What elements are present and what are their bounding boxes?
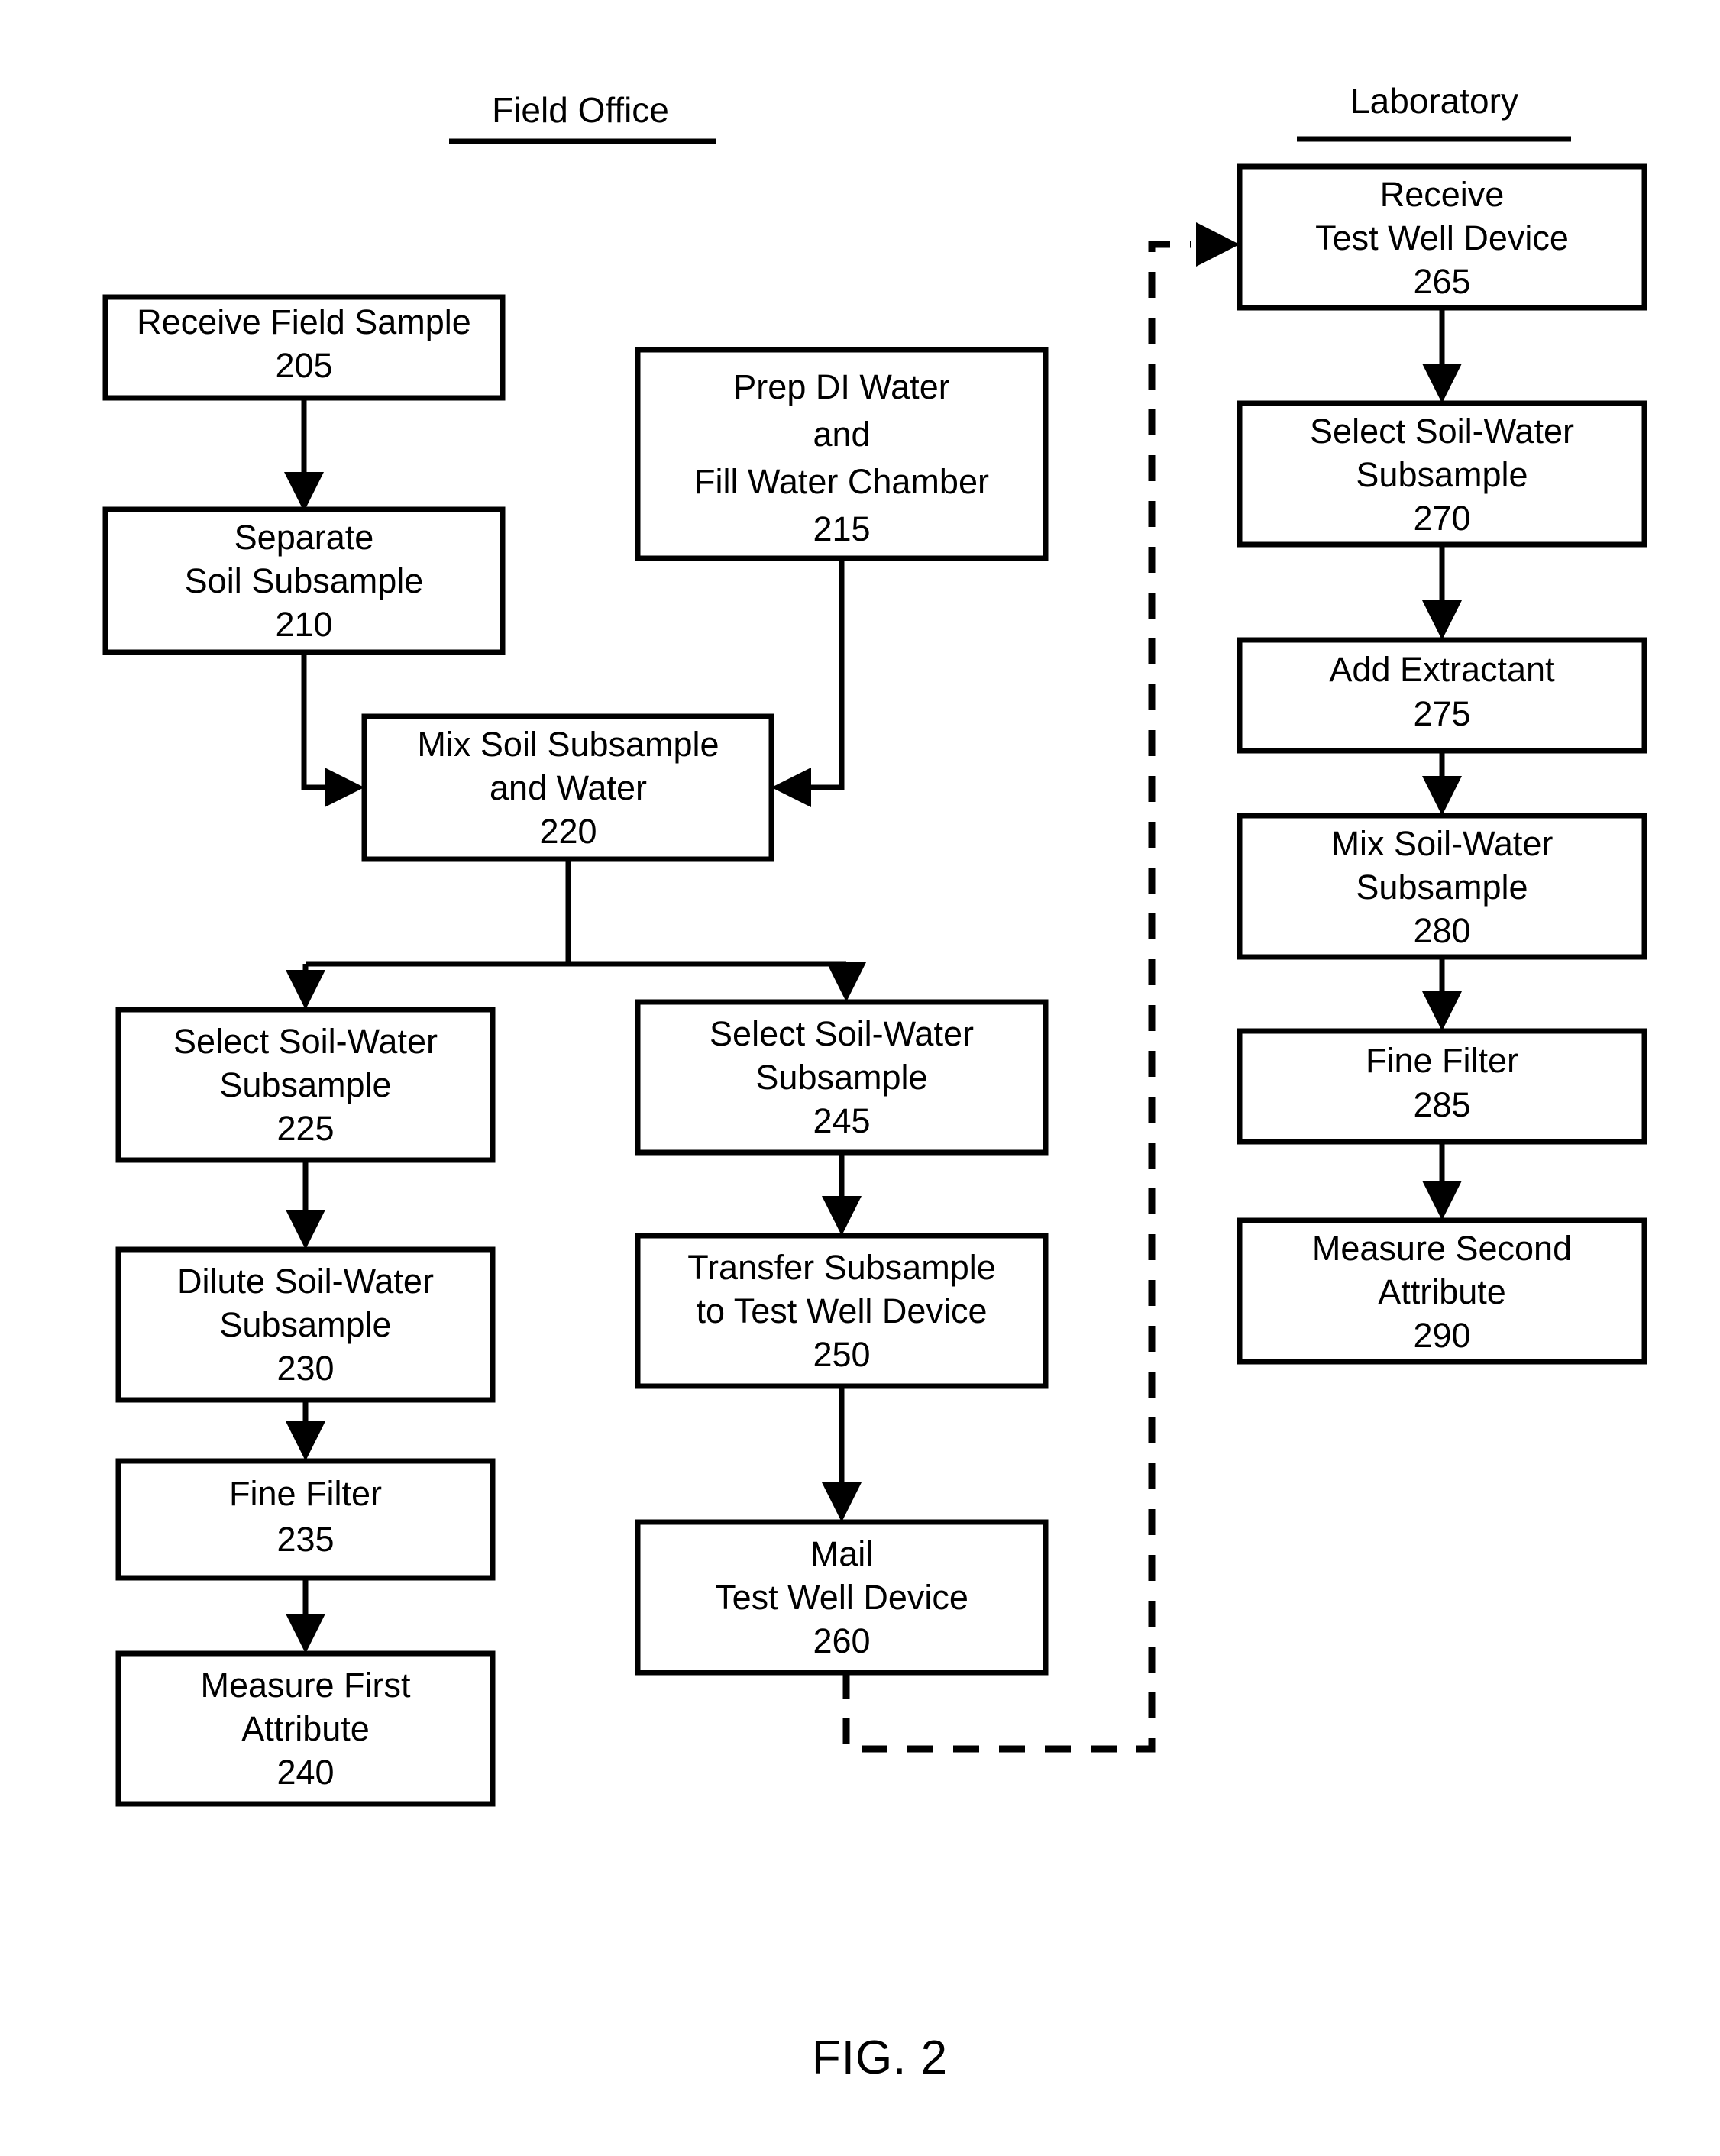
node-245-line-0: Select Soil-Water [710, 1014, 974, 1053]
node-230-line-1: Subsample [219, 1305, 391, 1344]
edge-275-to-280 [1422, 751, 1462, 816]
node-245-line-1: Subsample [755, 1058, 927, 1097]
node-275-line-0: Add Extractant [1329, 650, 1555, 689]
edge-230-to-235 [286, 1400, 325, 1461]
node-240-line-0: Measure First [200, 1666, 411, 1705]
node-280[interactable]: Mix Soil-Water Subsample 280 [1237, 813, 1647, 960]
node-245[interactable]: Select Soil-Water Subsample 245 [635, 999, 1049, 1156]
node-290-line-1: Attribute [1378, 1272, 1506, 1311]
node-225-line-0: Select Soil-Water [173, 1022, 438, 1061]
node-210[interactable]: Separate Soil Subsample 210 [102, 506, 506, 655]
heading-laboratory: Laboratory [1297, 81, 1571, 142]
edge-215-to-220 [771, 558, 845, 807]
node-225[interactable]: Select Soil-Water Subsample 225 [115, 1007, 496, 1163]
node-270[interactable]: Select Soil-Water Subsample 270 [1237, 400, 1647, 548]
node-275[interactable]: Add Extractant 275 [1237, 637, 1647, 754]
node-285[interactable]: Fine Filter 285 [1237, 1028, 1647, 1145]
edge-225-to-230 [286, 1160, 325, 1249]
node-235-line-1: 235 [276, 1520, 334, 1559]
node-225-line-2: 225 [276, 1109, 334, 1148]
node-250-line-2: 250 [813, 1335, 870, 1374]
node-285-line-0: Fine Filter [1366, 1041, 1518, 1080]
node-250-line-1: to Test Well Device [697, 1291, 988, 1330]
node-225-line-1: Subsample [219, 1065, 391, 1104]
node-220-line-0: Mix Soil Subsample [417, 725, 719, 764]
node-205-line-0: Receive Field Sample [137, 302, 471, 341]
node-230-line-2: 230 [276, 1349, 334, 1388]
figure-container: Field Office Laboratory Receive Field Sa… [0, 0, 1720, 2156]
node-260-line-1: Test Well Device [715, 1578, 968, 1617]
node-265[interactable]: Receive Test Well Device 265 [1237, 163, 1647, 311]
node-270-line-0: Select Soil-Water [1310, 412, 1574, 451]
edge-205-to-210 [284, 398, 324, 512]
figure-caption: FIG. 2 [812, 2032, 948, 2084]
node-235[interactable]: Fine Filter 235 [115, 1458, 496, 1581]
node-280-line-0: Mix Soil-Water [1331, 824, 1553, 863]
heading-laboratory-label: Laboratory [1350, 81, 1518, 121]
node-265-line-2: 265 [1413, 262, 1470, 301]
node-290-line-2: 290 [1413, 1316, 1470, 1355]
node-230-line-0: Dilute Soil-Water [177, 1262, 434, 1301]
node-215[interactable]: Prep DI Water and Fill Water Chamber 215 [635, 347, 1049, 561]
node-220-line-1: and Water [490, 768, 647, 807]
edge-250-to-260 [822, 1386, 862, 1522]
node-215-line-0: Prep DI Water [733, 367, 949, 406]
node-280-line-2: 280 [1413, 911, 1470, 950]
edge-265-to-270 [1422, 308, 1462, 403]
node-240-line-1: Attribute [241, 1709, 370, 1748]
node-250[interactable]: Transfer Subsample to Test Well Device 2… [635, 1233, 1049, 1389]
heading-field-office-label: Field Office [492, 90, 669, 130]
node-270-line-2: 270 [1413, 499, 1470, 538]
node-290[interactable]: Measure Second Attribute 290 [1237, 1217, 1647, 1365]
node-215-line-2: Fill Water Chamber [694, 462, 989, 501]
node-290-line-0: Measure Second [1312, 1229, 1572, 1268]
node-260-line-0: Mail [810, 1534, 874, 1573]
node-265-line-1: Test Well Device [1315, 218, 1569, 257]
node-265-line-0: Receive [1380, 175, 1505, 214]
edge-210-to-220 [301, 652, 364, 807]
edge-245-to-250 [822, 1152, 862, 1236]
node-205-line-1: 205 [275, 346, 332, 385]
node-210-line-0: Separate [234, 518, 374, 557]
node-220[interactable]: Mix Soil Subsample and Water 220 [361, 713, 774, 862]
node-210-line-2: 210 [275, 605, 332, 644]
node-215-line-3: 215 [813, 509, 870, 548]
edge-220-split [306, 859, 846, 967]
node-270-line-1: Subsample [1356, 455, 1528, 494]
edge-235-to-240 [286, 1578, 325, 1653]
node-245-line-2: 245 [813, 1101, 870, 1140]
node-205[interactable]: Receive Field Sample 205 [102, 294, 506, 401]
node-210-line-1: Soil Subsample [185, 561, 424, 600]
node-240[interactable]: Measure First Attribute 240 [115, 1650, 496, 1807]
node-240-line-2: 240 [276, 1753, 334, 1792]
node-230[interactable]: Dilute Soil-Water Subsample 230 [115, 1246, 496, 1403]
heading-field-office: Field Office [449, 90, 716, 144]
node-275-line-1: 275 [1413, 694, 1470, 733]
node-250-line-0: Transfer Subsample [687, 1248, 996, 1287]
node-215-line-1: and [813, 415, 870, 454]
flowchart-diagram: Field Office Laboratory Receive Field Sa… [102, 81, 1647, 2084]
node-285-line-1: 285 [1413, 1085, 1470, 1124]
node-280-line-1: Subsample [1356, 868, 1528, 907]
node-235-line-0: Fine Filter [229, 1474, 382, 1513]
node-260-line-2: 260 [813, 1621, 870, 1660]
edge-220-to-245 [826, 962, 866, 1002]
edge-220-to-225 [286, 964, 325, 1010]
edge-285-to-290 [1422, 1142, 1462, 1220]
edge-270-to-275 [1422, 545, 1462, 640]
node-260[interactable]: Mail Test Well Device 260 [635, 1519, 1049, 1676]
node-220-line-2: 220 [539, 812, 597, 851]
edge-280-to-285 [1422, 957, 1462, 1031]
